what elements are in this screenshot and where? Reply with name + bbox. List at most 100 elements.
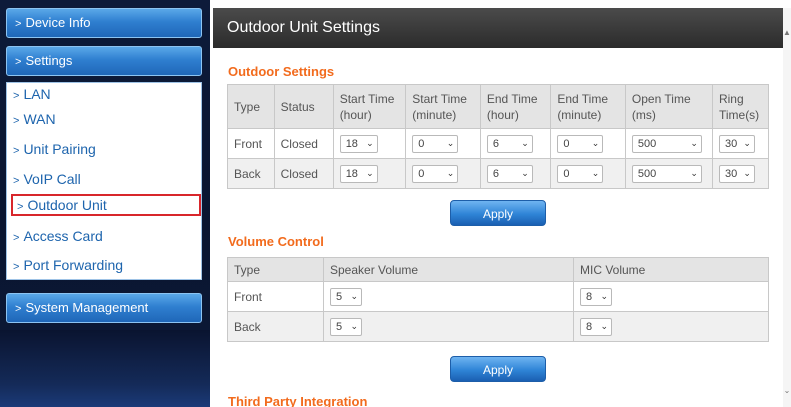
cell-start-minute: 0 ⌄ bbox=[405, 158, 481, 189]
header-end-minute: End Time (minute) bbox=[550, 84, 626, 129]
outdoor-apply-button[interactable]: Apply bbox=[450, 200, 546, 226]
settings-submenu: > LAN > WAN > Unit Pairing > VoIP Call > Outd… bbox=[6, 82, 202, 280]
start-minute-select[interactable]: 0 ⌄ bbox=[412, 164, 459, 183]
open-time-select[interactable]: 500 ⌄ bbox=[631, 134, 702, 153]
chevron-right-icon: > bbox=[13, 232, 20, 244]
cell-open-time: 500 ⌄ bbox=[624, 158, 713, 189]
scroll-up-icon[interactable]: ▲ bbox=[783, 28, 791, 37]
header-ring-time: Ring Time(s) bbox=[711, 84, 770, 129]
cell-speaker: 5 ⌄ bbox=[323, 281, 574, 312]
chevron-down-icon: ⌄ bbox=[600, 321, 608, 331]
cell-type: Back bbox=[227, 311, 324, 342]
speaker-volume-select[interactable]: 5 ⌄ bbox=[330, 317, 362, 336]
sidebar-footer-gradient bbox=[0, 330, 210, 407]
chevron-down-icon: ⌄ bbox=[690, 138, 698, 148]
sidebar-item-device-info[interactable]: > Device Info bbox=[6, 8, 202, 38]
start-minute-select[interactable]: 0 ⌄ bbox=[412, 134, 459, 153]
third-party-title: Third Party Integration bbox=[228, 394, 368, 407]
header-status: Status bbox=[273, 84, 334, 129]
chevron-right-icon: > bbox=[13, 261, 20, 273]
select-value: 0 bbox=[563, 167, 570, 180]
chevron-down-icon: ⌄ bbox=[350, 321, 358, 331]
header-start-hour: Start Time (hour) bbox=[332, 84, 407, 129]
sidebar-item-wan[interactable]: > WAN bbox=[13, 108, 56, 130]
chevron-right-icon: > bbox=[15, 18, 22, 30]
select-value: 8 bbox=[586, 290, 593, 303]
end-hour-select[interactable]: 6 ⌄ bbox=[486, 164, 533, 183]
header-type: Type bbox=[227, 257, 324, 282]
sidebar: > Device Info > Settings > LAN > WAN > Unit P… bbox=[0, 0, 210, 407]
select-value: 8 bbox=[586, 320, 593, 333]
cell-ring-time: 30 ⌄ bbox=[711, 128, 770, 159]
cell-end-hour: 6 ⌄ bbox=[479, 128, 552, 159]
select-value: 30 bbox=[724, 167, 738, 180]
cell-type: Front bbox=[227, 128, 275, 159]
sidebar-item-system-management[interactable]: > System Management bbox=[6, 293, 202, 323]
sidebar-item-access-card[interactable]: > Access Card bbox=[13, 225, 103, 247]
open-time-select[interactable]: 500 ⌄ bbox=[631, 164, 702, 183]
page-title: Outdoor Unit Settings bbox=[213, 8, 783, 48]
mic-volume-select[interactable]: 8 ⌄ bbox=[580, 287, 612, 306]
table-row: Front Closed 18 ⌄ 0 ⌄ 6 ⌄ 0 ⌄ 500 ⌄ 30 ⌄ bbox=[227, 128, 770, 159]
table-row: Back Closed 18 ⌄ 0 ⌄ 6 ⌄ 0 ⌄ 500 ⌄ 30 ⌄ bbox=[227, 158, 770, 189]
volume-apply-button[interactable]: Apply bbox=[450, 356, 546, 382]
table-row: Back 5 ⌄ 8 ⌄ bbox=[227, 311, 769, 342]
sidebar-item-label: Port Forwarding bbox=[23, 257, 124, 273]
cell-speaker: 5 ⌄ bbox=[323, 311, 574, 342]
cell-mic: 8 ⌄ bbox=[573, 311, 769, 342]
end-minute-select[interactable]: 0 ⌄ bbox=[557, 164, 604, 183]
chevron-right-icon: > bbox=[17, 201, 24, 213]
chevron-right-icon: > bbox=[15, 56, 22, 68]
chevron-down-icon: ⌄ bbox=[591, 138, 600, 148]
sidebar-item-port-forwarding[interactable]: > Port Forwarding bbox=[13, 254, 123, 276]
chevron-down-icon: ⌄ bbox=[446, 168, 455, 178]
select-value: 0 bbox=[563, 137, 570, 150]
sidebar-item-lan[interactable]: > LAN bbox=[13, 83, 51, 105]
chevron-right-icon: > bbox=[13, 115, 20, 127]
chevron-down-icon: ⌄ bbox=[690, 168, 698, 178]
select-value: 500 bbox=[637, 167, 657, 180]
cell-end-minute: 0 ⌄ bbox=[550, 158, 626, 189]
cell-status: Closed bbox=[273, 158, 334, 189]
select-value: 6 bbox=[492, 167, 499, 180]
sidebar-item-settings[interactable]: > Settings bbox=[6, 46, 202, 76]
chevron-down-icon: ⌄ bbox=[743, 168, 751, 178]
mic-volume-select[interactable]: 8 ⌄ bbox=[580, 317, 612, 336]
select-value: 5 bbox=[336, 290, 343, 303]
volume-control-title: Volume Control bbox=[228, 234, 324, 249]
cell-ring-time: 30 ⌄ bbox=[711, 158, 770, 189]
cell-start-hour: 18 ⌄ bbox=[332, 158, 407, 189]
sidebar-item-label: Unit Pairing bbox=[23, 141, 96, 157]
sidebar-item-unit-pairing[interactable]: > Unit Pairing bbox=[13, 138, 96, 160]
select-value: 0 bbox=[418, 167, 425, 180]
chevron-right-icon: > bbox=[15, 303, 22, 315]
sidebar-item-label: WAN bbox=[23, 111, 56, 127]
header-mic-volume: MIC Volume bbox=[573, 257, 769, 282]
end-hour-select[interactable]: 6 ⌄ bbox=[486, 134, 533, 153]
chevron-down-icon: ⌄ bbox=[743, 138, 751, 148]
sidebar-item-voip-call[interactable]: > VoIP Call bbox=[13, 168, 81, 190]
ring-time-select[interactable]: 30 ⌄ bbox=[718, 134, 755, 153]
select-value: 0 bbox=[418, 137, 425, 150]
header-end-hour: End Time (hour) bbox=[479, 84, 552, 129]
scroll-down-icon[interactable]: ⌄ bbox=[783, 386, 791, 395]
select-value: 500 bbox=[637, 137, 657, 150]
chevron-down-icon: ⌄ bbox=[600, 291, 608, 301]
start-hour-select[interactable]: 18 ⌄ bbox=[339, 134, 378, 153]
sidebar-item-label: VoIP Call bbox=[23, 171, 81, 187]
chevron-down-icon: ⌄ bbox=[446, 138, 455, 148]
chevron-down-icon: ⌄ bbox=[521, 138, 529, 148]
sidebar-item-label: Settings bbox=[25, 53, 73, 68]
cell-start-minute: 0 ⌄ bbox=[405, 128, 481, 159]
volume-control-table: Type Speaker Volume MIC Volume Front 5 ⌄ … bbox=[227, 257, 769, 342]
start-hour-select[interactable]: 18 ⌄ bbox=[339, 164, 378, 183]
speaker-volume-select[interactable]: 5 ⌄ bbox=[330, 287, 362, 306]
select-value: 18 bbox=[345, 137, 358, 150]
sidebar-item-outdoor-unit[interactable]: > Outdoor Unit bbox=[11, 194, 201, 216]
ring-time-select[interactable]: 30 ⌄ bbox=[718, 164, 755, 183]
chevron-right-icon: > bbox=[13, 145, 20, 157]
end-minute-select[interactable]: 0 ⌄ bbox=[557, 134, 604, 153]
scrollbar[interactable]: ▲ ⌄ bbox=[783, 8, 791, 407]
outdoor-settings-table: Type Status Start Time (hour) Start Time… bbox=[227, 84, 770, 189]
sidebar-item-label: Device Info bbox=[25, 15, 91, 30]
